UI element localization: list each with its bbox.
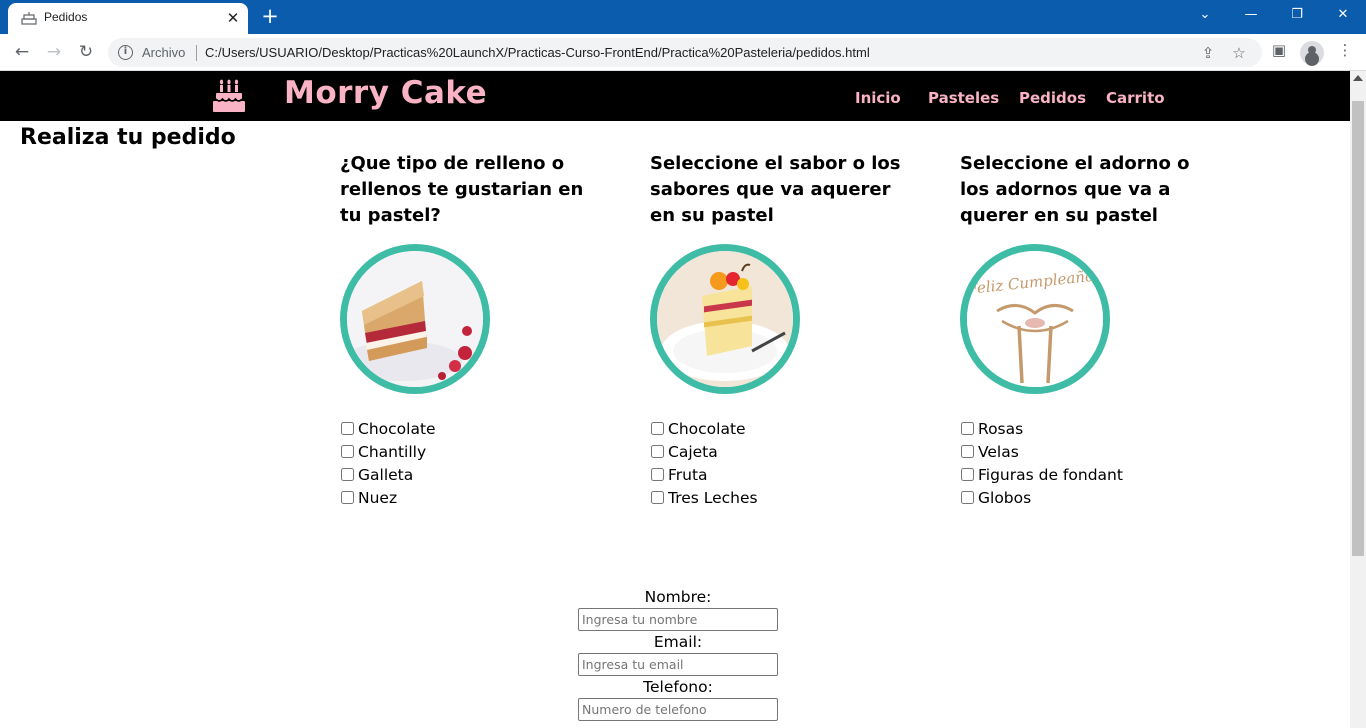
name-input[interactable] xyxy=(578,608,778,631)
option-label: Cajeta xyxy=(668,442,718,461)
browser-tab[interactable]: Pedidos ✕ xyxy=(8,3,248,34)
tab-title: Pedidos xyxy=(44,10,88,24)
option-label: Fruta xyxy=(668,465,708,484)
tab-close-icon[interactable]: ✕ xyxy=(224,9,242,27)
site-header: Morry Cake Inicio Pasteles Pedidos Carri… xyxy=(0,71,1350,121)
nav-link-inicio[interactable]: Inicio xyxy=(855,89,901,107)
option-label: Velas xyxy=(978,442,1019,461)
reload-icon[interactable]: ↻ xyxy=(74,40,98,64)
back-icon[interactable]: ← xyxy=(10,40,34,64)
page-viewport: Morry Cake Inicio Pasteles Pedidos Carri… xyxy=(0,71,1350,728)
flavor-section: Seleccione el sabor o los sabores que va… xyxy=(650,151,910,507)
decoration-checkbox[interactable] xyxy=(961,445,974,458)
star-icon[interactable]: ☆ xyxy=(1229,43,1249,63)
flavor-options: Chocolate Cajeta Fruta Tres Leches xyxy=(650,417,758,509)
option-label: Globos xyxy=(978,488,1032,507)
filling-checkbox[interactable] xyxy=(341,422,354,435)
flavor-checkbox[interactable] xyxy=(651,445,664,458)
phone-label: Telefono: xyxy=(643,678,713,696)
option-label: Rosas xyxy=(978,419,1024,438)
flavor-option[interactable]: Chocolate xyxy=(650,417,758,440)
filling-options: Chocolate Chantilly Galleta Nuez xyxy=(340,417,436,509)
brand-name[interactable]: Morry Cake xyxy=(284,75,487,111)
minimize-icon[interactable]: — xyxy=(1228,0,1274,30)
page-scrollbar[interactable] xyxy=(1350,71,1366,728)
filling-checkbox[interactable] xyxy=(341,445,354,458)
option-label: Chantilly xyxy=(358,442,427,461)
info-icon[interactable]: i xyxy=(118,45,133,60)
decoration-checkbox[interactable] xyxy=(961,422,974,435)
decoration-section-title: Seleccione el adorno o los adornos que v… xyxy=(960,153,1190,226)
filling-section-title: ¿Que tipo de relleno o rellenos te gusta… xyxy=(340,153,584,226)
decoration-option[interactable]: Rosas xyxy=(960,417,1123,440)
phone-input[interactable] xyxy=(578,698,778,721)
menu-icon[interactable]: ⋮ xyxy=(1334,39,1356,61)
option-label: Chocolate xyxy=(358,419,436,438)
decoration-image: Feliz Cumpleaños xyxy=(960,244,1110,394)
email-label: Email: xyxy=(653,633,703,651)
option-label: Chocolate xyxy=(668,419,746,438)
address-scheme-label: Archivo xyxy=(142,45,186,60)
decoration-option[interactable]: Velas xyxy=(960,440,1123,463)
decoration-checkbox[interactable] xyxy=(961,491,974,504)
filling-option[interactable]: Chantilly xyxy=(340,440,436,463)
side-panel-icon[interactable]: ▣ xyxy=(1268,39,1290,61)
flavor-option[interactable]: Cajeta xyxy=(650,440,758,463)
scroll-up-icon[interactable] xyxy=(1353,75,1363,81)
option-label: Tres Leches xyxy=(668,488,758,507)
filling-option[interactable]: Chocolate xyxy=(340,417,436,440)
email-input[interactable] xyxy=(578,653,778,676)
tab-search-icon[interactable]: ⌄ xyxy=(1182,0,1228,30)
address-url[interactable]: C:/Users/USUARIO/Desktop/Practicas%20Lau… xyxy=(205,45,870,60)
cake-favicon-icon xyxy=(21,12,37,25)
browser-toolbar: ← → ↻ i Archivo C:/Users/USUARIO/Desktop… xyxy=(0,34,1366,71)
flavor-checkbox[interactable] xyxy=(651,422,664,435)
restore-icon[interactable]: ❐ xyxy=(1274,0,1320,30)
filling-option[interactable]: Galleta xyxy=(340,463,436,486)
share-icon[interactable]: ⇪ xyxy=(1198,43,1218,63)
new-tab-button[interactable]: + xyxy=(259,6,281,28)
page-title: Realiza tu pedido xyxy=(20,125,236,150)
flavor-section-title: Seleccione el sabor o los sabores que va… xyxy=(650,153,901,226)
forward-icon[interactable]: → xyxy=(42,40,66,64)
option-label: Nuez xyxy=(358,488,398,507)
profile-icon[interactable] xyxy=(1300,41,1324,65)
filling-section: ¿Que tipo de relleno o rellenos te gusta… xyxy=(340,151,600,507)
flavor-option[interactable]: Tres Leches xyxy=(650,486,758,509)
flavor-image xyxy=(650,244,800,394)
option-label: Figuras de fondant xyxy=(978,465,1123,484)
order-form: Nombre: Email: Telefono: xyxy=(578,586,778,721)
address-bar[interactable]: i Archivo C:/Users/USUARIO/Desktop/Pract… xyxy=(108,38,1262,67)
flavor-option[interactable]: Fruta xyxy=(650,463,758,486)
decoration-checkbox[interactable] xyxy=(961,468,974,481)
filling-checkbox[interactable] xyxy=(341,491,354,504)
scroll-thumb[interactable] xyxy=(1352,101,1364,556)
decoration-options: Rosas Velas Figuras de fondant Globos xyxy=(960,417,1123,509)
window-close-icon[interactable]: ✕ xyxy=(1320,0,1366,30)
filling-option[interactable]: Nuez xyxy=(340,486,436,509)
nav-link-pedidos[interactable]: Pedidos xyxy=(1019,89,1086,107)
flavor-checkbox[interactable] xyxy=(651,491,664,504)
address-separator xyxy=(196,45,197,61)
decoration-section: Seleccione el adorno o los adornos que v… xyxy=(960,151,1220,507)
decoration-option[interactable]: Globos xyxy=(960,486,1123,509)
nav-link-carrito[interactable]: Carrito xyxy=(1106,89,1165,107)
birthday-cake-icon xyxy=(213,79,245,112)
filling-checkbox[interactable] xyxy=(341,468,354,481)
browser-titlebar: Pedidos ✕ + ⌄ — ❐ ✕ xyxy=(0,0,1366,34)
flavor-checkbox[interactable] xyxy=(651,468,664,481)
name-label: Nombre: xyxy=(644,588,712,606)
option-label: Galleta xyxy=(358,465,414,484)
nav-link-pasteles[interactable]: Pasteles xyxy=(928,89,999,107)
decoration-option[interactable]: Figuras de fondant xyxy=(960,463,1123,486)
filling-image xyxy=(340,244,490,394)
